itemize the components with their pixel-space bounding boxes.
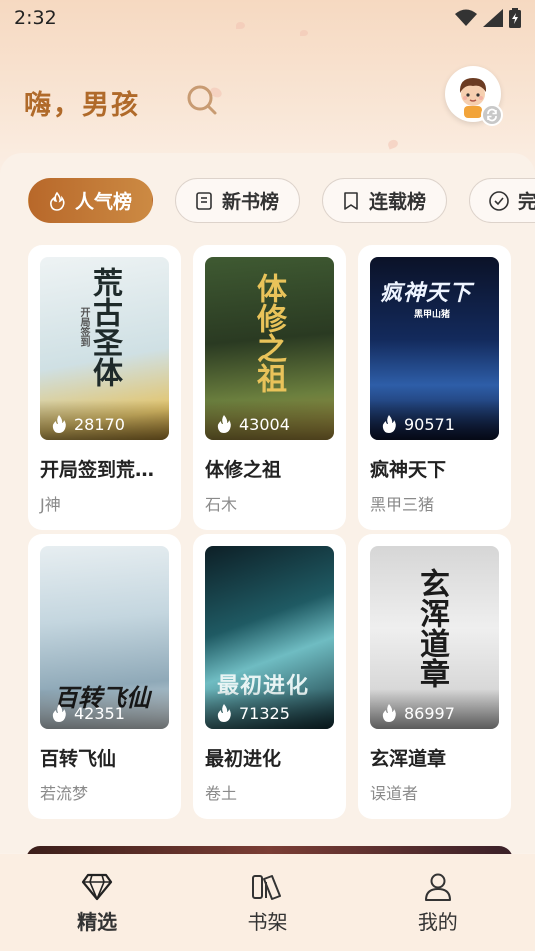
heat-value: 42351: [74, 703, 125, 723]
check-circle-icon: [489, 190, 509, 211]
book-card[interactable]: 最初进化 71325 最初进化 卷土: [193, 534, 346, 819]
book-author: 若流梦: [40, 784, 89, 803]
book-cover: 玄浑道章 86997: [370, 546, 499, 729]
switch-account-button[interactable]: [481, 104, 503, 126]
status-time: 2:32: [14, 7, 57, 29]
tab-completed[interactable]: 完: [469, 178, 535, 223]
heat-value: 86997: [404, 703, 455, 723]
tab-label: 完: [518, 191, 535, 213]
nav-profile[interactable]: 我的: [368, 854, 508, 951]
flame-icon: [217, 704, 231, 722]
nav-featured[interactable]: 精选: [27, 854, 167, 951]
book-card[interactable]: 疯神天下 黑甲山猪 90571 疯神天下 黑甲三猪: [358, 245, 511, 530]
book-card[interactable]: 荒古圣体 开局签到 28170 开局签到荒… J神: [28, 245, 181, 530]
status-bar: 2:32: [0, 0, 535, 36]
diamond-icon: [82, 873, 113, 901]
book-card[interactable]: 体修之祖 43004 体修之祖 石木: [193, 245, 346, 530]
book-author: 误道者: [370, 784, 419, 803]
bottom-navigation: 精选 书架 我的: [0, 854, 535, 951]
flame-icon: [50, 191, 65, 211]
refresh-icon: [487, 108, 497, 122]
cover-title-art: 疯神天下: [380, 280, 473, 306]
flame-icon: [382, 704, 396, 722]
book-author: 卷土: [205, 784, 238, 803]
nav-bookshelf[interactable]: 书架: [197, 854, 337, 951]
book-title: 最初进化: [205, 748, 282, 770]
tab-label: 新书榜: [222, 191, 280, 213]
book-card[interactable]: 玄浑道章 86997 玄浑道章 误道者: [358, 534, 511, 819]
popularity-count: 86997: [380, 703, 455, 723]
book-title: 百转飞仙: [40, 748, 117, 770]
book-cover: 荒古圣体 开局签到 28170: [40, 257, 169, 440]
cover-title-art: 玄浑道章: [414, 568, 449, 688]
nav-label: 精选: [77, 910, 118, 934]
flame-icon: [52, 704, 66, 722]
popularity-count: 42351: [50, 703, 125, 723]
heat-value: 71325: [239, 703, 290, 723]
popularity-count: 90571: [380, 414, 455, 434]
book-author: 黑甲三猪: [370, 495, 435, 514]
cover-subtitle-art: 开局签到: [78, 307, 89, 347]
flame-icon: [382, 415, 396, 433]
tab-label: 连载榜: [369, 191, 427, 213]
book-cover: 疯神天下 黑甲山猪 90571: [370, 257, 499, 440]
cover-title-art: 体修之祖: [251, 273, 286, 393]
heat-value: 90571: [404, 414, 455, 434]
tab-label: 人气榜: [75, 191, 133, 213]
header: 嗨，男孩: [24, 66, 511, 130]
tab-new-books[interactable]: 新书榜: [175, 178, 301, 223]
book-title: 疯神天下: [370, 459, 447, 481]
search-icon: [187, 85, 217, 115]
tab-popular[interactable]: 人气榜: [28, 178, 154, 223]
book-title: 开局签到荒…: [40, 459, 155, 481]
tab-serializing[interactable]: 连载榜: [322, 178, 448, 223]
ranking-tabs: 人气榜 新书榜 连载榜 完: [28, 178, 535, 224]
book-card[interactable]: 百转飞仙 42351 百转飞仙 若流梦: [28, 534, 181, 819]
book-author: J神: [40, 495, 61, 514]
book-list-icon: [196, 191, 212, 210]
person-icon: [424, 873, 451, 901]
nav-label: 我的: [417, 910, 458, 934]
battery-icon: [509, 8, 521, 28]
flame-icon: [52, 415, 66, 433]
bookmark-icon: [344, 191, 358, 210]
cover-subtitle-art: 黑甲山猪: [414, 310, 451, 320]
signal-icon: [483, 9, 503, 27]
popularity-count: 71325: [215, 703, 290, 723]
cover-title-art: 荒古圣体: [87, 267, 122, 387]
book-title: 体修之祖: [205, 459, 282, 481]
popularity-count: 28170: [50, 414, 125, 434]
flame-icon: [217, 415, 231, 433]
search-button[interactable]: [184, 82, 220, 118]
nav-label: 书架: [247, 910, 288, 934]
book-title: 玄浑道章: [370, 748, 447, 770]
book-cover: 百转飞仙 42351: [40, 546, 169, 729]
heat-value: 43004: [239, 414, 290, 434]
book-author: 石木: [205, 495, 238, 514]
bookshelf-icon: [252, 875, 282, 900]
popularity-count: 43004: [215, 414, 290, 434]
book-cover: 最初进化 71325: [205, 546, 334, 729]
greeting-title: 嗨，男孩: [24, 89, 140, 121]
avatar[interactable]: [445, 66, 503, 126]
wifi-icon: [455, 9, 477, 26]
heat-value: 28170: [74, 414, 125, 434]
book-cover: 体修之祖 43004: [205, 257, 334, 440]
